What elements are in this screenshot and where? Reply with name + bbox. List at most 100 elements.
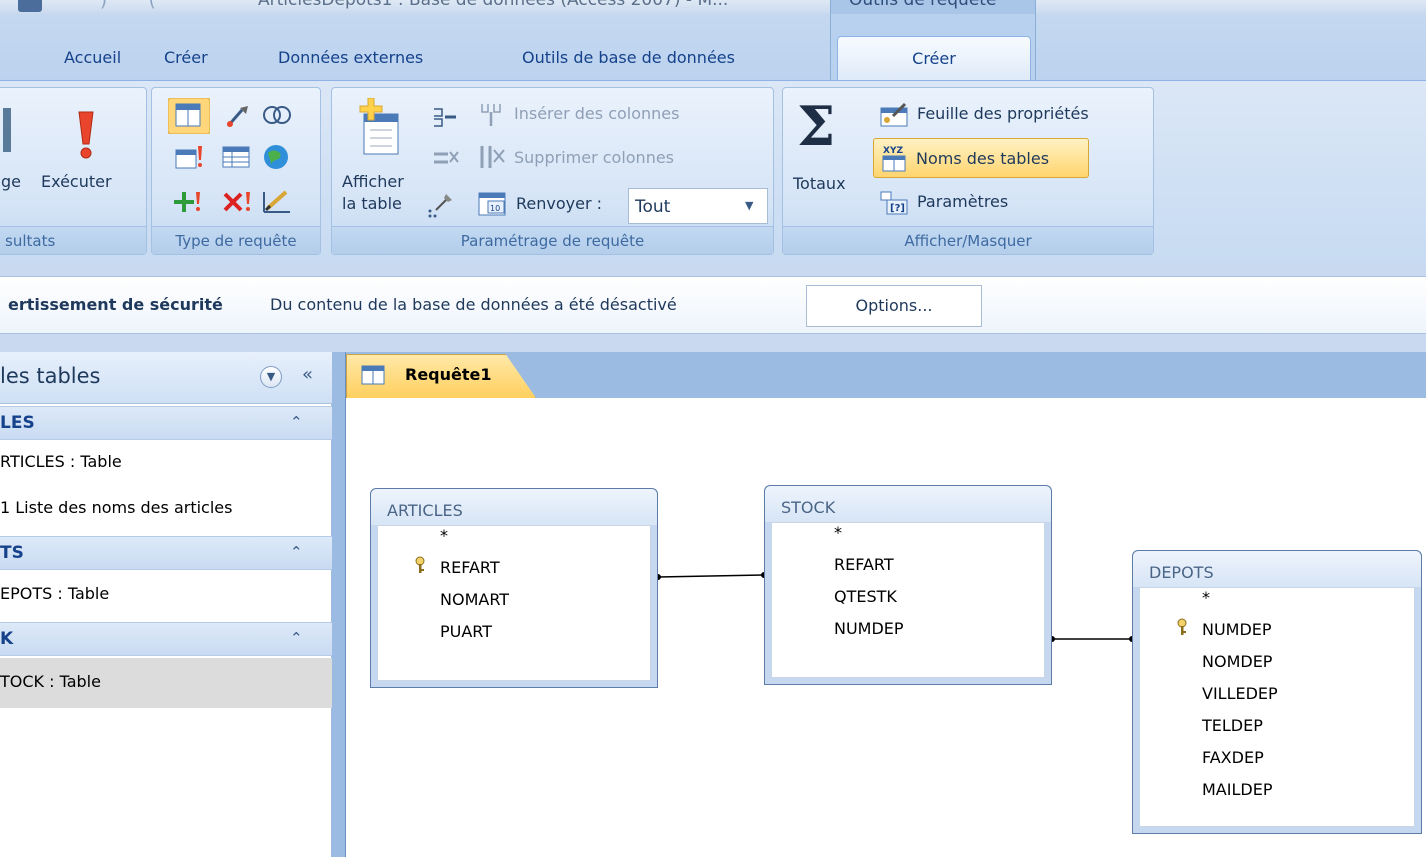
field-item[interactable]: REFART [440, 558, 500, 577]
document-tab-requete1[interactable]: Requête1 [346, 354, 536, 398]
nav-header: les tables ▼ « [0, 352, 332, 404]
chevron-up-icon[interactable]: ⌃ [290, 629, 303, 647]
table-box-depots[interactable]: DEPOTS * NUMDEP NOMDEP VILLEDEP TELDEP F… [1132, 550, 1422, 834]
delete-rows-icon[interactable] [432, 148, 460, 170]
list-item[interactable]: 1 Liste des noms des articles [0, 486, 332, 530]
group-afficher-masquer: Σ Totaux Feuille des propriétés XYZ Noms… [782, 87, 1154, 255]
table-title[interactable]: ARTICLES [371, 489, 657, 525]
table-box-articles[interactable]: ARTICLES * REFART NOMART PUART [370, 488, 658, 688]
nav-dropdown-icon[interactable]: ▼ [260, 366, 282, 388]
primary-key-icon [1176, 618, 1190, 641]
chevron-up-icon[interactable]: ⌃ [290, 413, 303, 431]
tab-creer-requete[interactable]: Créer [837, 36, 1031, 84]
field-list: * NUMDEP NOMDEP VILLEDEP TELDEP FAXDEP M… [1139, 587, 1415, 827]
group-type-requete: Type de requête [151, 87, 321, 255]
tab-outils-bdd[interactable]: Outils de base de données [522, 48, 735, 67]
nav-group-label: LES [0, 413, 35, 433]
nav-group-stock[interactable]: K ⌃ [0, 622, 332, 656]
table-box-stock[interactable]: STOCK * REFART QTESTK NUMDEP [764, 485, 1052, 685]
crosstab-query-icon[interactable] [222, 146, 250, 168]
security-bar: ertissement de sécurité Du contenu de la… [0, 262, 1426, 352]
builder-icon[interactable] [426, 192, 454, 220]
svg-text:XYZ: XYZ [883, 146, 903, 156]
list-item[interactable]: EPOTS : Table [0, 572, 332, 616]
property-sheet-icon[interactable] [879, 102, 911, 128]
insert-rows-icon[interactable] [432, 106, 458, 128]
noms-tables-button[interactable]: XYZ Noms des tables [873, 138, 1089, 178]
update-query-icon[interactable] [224, 104, 252, 128]
nav-title[interactable]: les tables [0, 364, 101, 388]
delete-columns-icon[interactable] [478, 144, 506, 170]
feuille-proprietes-button[interactable]: Feuille des propriétés [917, 104, 1089, 123]
totaux-button[interactable]: Totaux [793, 174, 846, 193]
title-bar: ) ( ArticlesDepots1 : Base de données (A… [0, 0, 1426, 14]
contextual-tab-header: Outils de requête [830, 0, 1036, 14]
office-button[interactable] [18, 0, 42, 12]
group-label-afficher-masquer: Afficher/Masquer [783, 226, 1153, 254]
tab-accueil[interactable]: Accueil [64, 48, 121, 67]
field-item[interactable]: NUMDEP [834, 619, 904, 638]
field-item[interactable]: NOMDEP [1202, 652, 1272, 671]
primary-key-icon [414, 556, 428, 579]
inserer-colonnes-button[interactable]: Insérer des colonnes [514, 104, 679, 123]
svg-text:[?]: [?] [890, 203, 905, 214]
data-definition-icon[interactable] [262, 188, 292, 214]
totaux-sigma-icon[interactable]: Σ [797, 94, 835, 158]
field-item[interactable]: QTESTK [834, 587, 897, 606]
supprimer-colonnes-button[interactable]: Supprimer colonnes [514, 148, 674, 167]
field-item[interactable]: VILLEDEP [1202, 684, 1278, 703]
field-item[interactable]: PUART [440, 622, 492, 641]
query-design-canvas[interactable]: ARTICLES * REFART NOMART PUART STOCK * R… [347, 398, 1426, 857]
group-label-resultats: sultats [0, 226, 146, 254]
dropdown-arrow-icon[interactable]: ▼ [745, 199, 753, 212]
tab-creer[interactable]: Créer [164, 48, 208, 67]
field-item[interactable]: FAXDEP [1202, 748, 1264, 767]
nav-group-label: K [0, 629, 14, 649]
ribbon-tabs: Accueil Créer Données externes Outils de… [0, 14, 1426, 84]
table-title[interactable]: DEPOTS [1133, 551, 1421, 587]
table-title[interactable]: STOCK [765, 486, 1051, 522]
delete-query-icon[interactable] [222, 190, 252, 214]
afficher-table-label-1[interactable]: Afficher [342, 172, 404, 191]
field-list: * REFART QTESTK NUMDEP [771, 522, 1045, 678]
field-item[interactable]: NUMDEP [1202, 620, 1272, 639]
ribbon: ge Exécuter sultats Type de requête Affi… [0, 80, 1426, 262]
affichage-label[interactable]: ge [1, 172, 21, 191]
group-label-parametrage: Paramétrage de requête [332, 226, 773, 254]
field-item[interactable]: * [834, 523, 842, 542]
list-item[interactable]: RTICLES : Table [0, 440, 332, 484]
chevron-up-icon[interactable]: ⌃ [290, 543, 303, 561]
make-table-query-icon[interactable] [174, 144, 204, 170]
tab-donnees-externes[interactable]: Données externes [278, 48, 423, 67]
nav-group-articles[interactable]: LES ⌃ [0, 406, 332, 440]
renvoyer-value: Tout [635, 197, 671, 217]
renvoyer-label: Renvoyer : [516, 194, 603, 213]
collapse-icon[interactable]: « [302, 364, 313, 385]
pass-through-query-icon[interactable] [262, 144, 290, 170]
join-line-refart[interactable] [657, 574, 765, 578]
executer-button[interactable]: Exécuter [41, 172, 112, 191]
afficher-table-label-2[interactable]: la table [342, 194, 402, 213]
options-button[interactable]: Options... [806, 285, 982, 327]
field-item[interactable]: TELDEP [1202, 716, 1263, 735]
field-item[interactable]: * [440, 526, 448, 545]
parameters-icon[interactable]: [?] [879, 190, 909, 216]
insert-columns-icon[interactable] [478, 102, 506, 128]
run-icon[interactable] [75, 110, 97, 160]
return-values-icon[interactable]: 10 [478, 192, 508, 218]
list-item[interactable]: TOCK : Table [0, 658, 332, 708]
union-query-icon[interactable] [262, 104, 292, 126]
renvoyer-select[interactable]: Tout ▼ [628, 188, 768, 224]
select-query-icon[interactable] [168, 98, 210, 134]
security-title: ertissement de sécurité [8, 295, 223, 314]
append-query-icon[interactable] [172, 190, 202, 214]
quick-access-arrows[interactable]: ) ( [100, 0, 174, 11]
field-item[interactable]: REFART [834, 555, 894, 574]
window-title: ArticlesDepots1 : Base de données (Acces… [258, 0, 729, 10]
nav-group-depots[interactable]: TS ⌃ [0, 536, 332, 570]
field-item[interactable]: * [1202, 588, 1210, 607]
field-item[interactable]: MAILDEP [1202, 780, 1272, 799]
afficher-table-icon[interactable] [358, 98, 402, 158]
parametres-button[interactable]: Paramètres [917, 192, 1008, 211]
field-item[interactable]: NOMART [440, 590, 509, 609]
